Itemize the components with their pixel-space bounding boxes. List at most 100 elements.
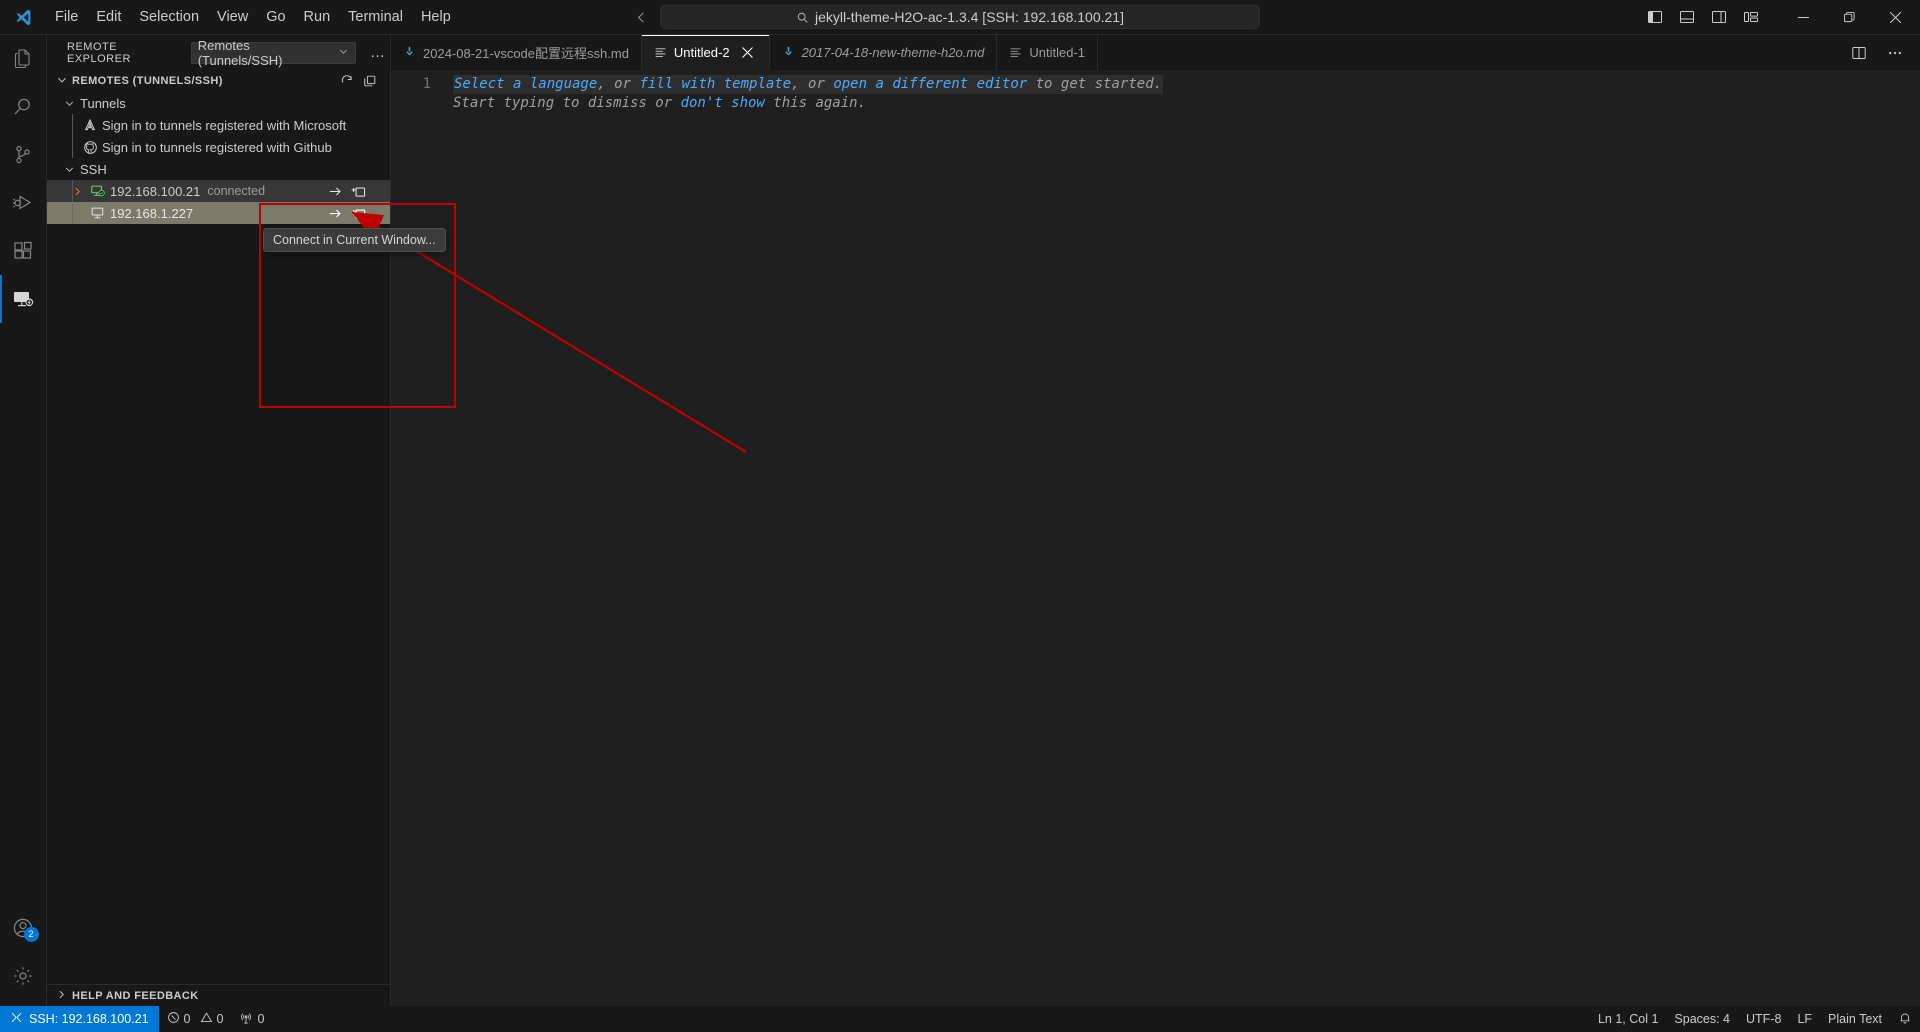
tab-close-icon[interactable] [739, 44, 757, 62]
activity-item-run-and-debug[interactable] [0, 179, 47, 227]
tab-label: Untitled-1 [1029, 45, 1086, 60]
activity-item-manage-gear[interactable] [0, 952, 47, 1000]
status-editor-indentation[interactable]: Spaces: 4 [1666, 1006, 1738, 1032]
help-and-feedback-label: HELP AND FEEDBACK [72, 989, 199, 1002]
new-remote-icon[interactable] [360, 71, 380, 91]
status-editor-language[interactable]: Plain Text [1820, 1006, 1890, 1032]
editor-tabs: 2024-08-21-vscode配置远程ssh.md Untitled-2 2… [391, 35, 1920, 70]
editor-watermark-line-2: Start typing to dismiss or don't show th… [453, 94, 866, 113]
activity-item-source-control[interactable] [0, 131, 47, 179]
toggle-primary-sidebar-icon[interactable] [1640, 2, 1670, 32]
primary-sidebar: REMOTE EXPLORER Remotes (Tunnels/SSH) … … [47, 35, 391, 1006]
remotes-section-actions [337, 71, 390, 91]
tab-2024-08-21-vscode-ssh-md[interactable]: 2024-08-21-vscode配置远程ssh.md [391, 35, 642, 70]
window-restore-button[interactable] [1826, 0, 1872, 35]
sidebar-more-actions-icon[interactable]: … [366, 44, 390, 61]
customize-layout-icon[interactable] [1736, 2, 1766, 32]
activity-item-accounts[interactable]: 2 [0, 904, 47, 952]
chevron-down-icon [338, 45, 349, 60]
activity-item-explorer[interactable] [0, 35, 47, 83]
connect-in-new-window-icon[interactable] [348, 203, 368, 223]
tree-item-actions [325, 181, 390, 201]
status-remote-label: SSH: 192.168.100.21 [29, 1012, 149, 1026]
tree-item-actions [325, 203, 390, 223]
menu-run[interactable]: Run [295, 5, 340, 29]
more-actions-icon[interactable] [1880, 38, 1910, 68]
tree-item-host-192-168-1-227[interactable]: 192.168.1.227 [47, 202, 390, 224]
accounts-badge: 2 [23, 927, 39, 942]
tree-item-host-192-168-100-21[interactable]: 192.168.100.21 connected [47, 180, 390, 202]
watermark-fill-template-link[interactable]: fill with template [639, 76, 791, 92]
window-minimize-button[interactable] [1780, 0, 1826, 35]
activity-item-extensions[interactable] [0, 227, 47, 275]
remotes-section-header[interactable]: REMOTES (TUNNELS/SSH) [47, 70, 390, 92]
remotes-section-title: REMOTES (TUNNELS/SSH) [72, 75, 223, 87]
connect-in-new-window-icon[interactable] [348, 181, 368, 201]
status-editor-encoding[interactable]: UTF-8 [1738, 1006, 1789, 1032]
status-remote-indicator[interactable]: SSH: 192.168.100.21 [0, 1006, 159, 1032]
menu-edit[interactable]: Edit [87, 5, 130, 29]
menu-go[interactable]: Go [257, 5, 294, 29]
status-warning-count: 0 [216, 1012, 224, 1026]
watermark-open-editor-link[interactable]: open a different editor [833, 76, 1027, 92]
status-editor-position[interactable]: Ln 1, Col 1 [1590, 1006, 1666, 1032]
connect-in-current-window-icon[interactable] [325, 203, 345, 223]
chevron-right-icon[interactable] [67, 185, 87, 198]
microsoft-icon [79, 118, 101, 132]
help-and-feedback-section[interactable]: HELP AND FEEDBACK [47, 984, 390, 1006]
title-bar-right [1640, 0, 1920, 35]
remotes-view-dropdown[interactable]: Remotes (Tunnels/SSH) [190, 38, 356, 68]
tree-item-signin-github[interactable]: Sign in to tunnels registered with Githu… [47, 136, 390, 158]
vscode-window: File Edit Selection View Go Run Terminal… [0, 0, 1920, 1032]
watermark-text: , or [597, 76, 640, 92]
tab-2017-04-18-new-theme-h2o-md[interactable]: 2017-04-18-new-theme-h2o.md [769, 35, 998, 70]
back-arrow-icon[interactable] [630, 6, 652, 28]
error-icon [167, 1011, 180, 1027]
remotes-view-dropdown-label: Remotes (Tunnels/SSH) [197, 37, 283, 68]
activity-item-search[interactable] [0, 83, 47, 131]
chevron-down-icon [55, 73, 69, 90]
menu-view[interactable]: View [208, 5, 257, 29]
remote-connected-icon [87, 183, 109, 199]
window-close-button[interactable] [1872, 0, 1918, 35]
tree-group-tunnels[interactable]: Tunnels [47, 92, 390, 114]
chevron-down-icon [59, 97, 79, 110]
plaintext-icon [1009, 46, 1022, 59]
radio-tower-icon [239, 1011, 253, 1028]
watermark-dont-show-link[interactable]: don't show [681, 95, 765, 111]
toggle-secondary-sidebar-icon[interactable] [1704, 2, 1734, 32]
tree-item-host-label: 192.168.1.227 [110, 205, 194, 221]
status-notifications[interactable] [1890, 1006, 1920, 1032]
menu-file[interactable]: File [46, 5, 87, 29]
title-bar: File Edit Selection View Go Run Terminal… [0, 0, 1920, 35]
line-number-blank [391, 94, 453, 113]
watermark-select-language-link[interactable]: Select a language [454, 76, 597, 92]
watermark-text: to get started. [1027, 76, 1163, 92]
menu-terminal[interactable]: Terminal [339, 5, 412, 29]
tab-untitled-1[interactable]: Untitled-1 [997, 35, 1099, 70]
editor-line-1: 1 Select a language, or fill with templa… [391, 75, 1920, 94]
tree-group-ssh[interactable]: SSH [47, 158, 390, 180]
tree-group-ssh-label: SSH [80, 161, 107, 177]
tree-item-signin-microsoft[interactable]: Sign in to tunnels registered with Micro… [47, 114, 390, 136]
watermark-text: , or [791, 76, 834, 92]
editor-content[interactable]: 1 Select a language, or fill with templa… [391, 70, 1920, 1006]
editor-area: 2024-08-21-vscode配置远程ssh.md Untitled-2 2… [391, 35, 1920, 1006]
command-center[interactable]: jekyll-theme-H2O-ac-1.3.4 [SSH: 192.168.… [660, 5, 1260, 29]
split-editor-icon[interactable] [1844, 38, 1874, 68]
menu-selection[interactable]: Selection [130, 5, 208, 29]
sidebar-title: REMOTE EXPLORER [67, 40, 131, 65]
toggle-panel-icon[interactable] [1672, 2, 1702, 32]
menu-help[interactable]: Help [412, 5, 460, 29]
tab-untitled-2[interactable]: Untitled-2 [641, 35, 770, 70]
status-editor-eol[interactable]: LF [1789, 1006, 1820, 1032]
activity-item-remote-explorer[interactable] [0, 275, 47, 323]
status-problems[interactable]: 0 0 [159, 1006, 232, 1032]
refresh-icon[interactable] [337, 71, 357, 91]
status-ports[interactable]: 0 [231, 1006, 272, 1032]
menu-bar: File Edit Selection View Go Run Terminal… [46, 0, 460, 35]
connect-in-current-window-icon[interactable] [325, 181, 345, 201]
tree-item-signin-github-label: Sign in to tunnels registered with Githu… [102, 139, 332, 155]
activity-bar: 2 [0, 35, 47, 1006]
status-bar: SSH: 192.168.100.21 0 0 0 Ln 1, Col 1 Sp… [0, 1006, 1920, 1032]
